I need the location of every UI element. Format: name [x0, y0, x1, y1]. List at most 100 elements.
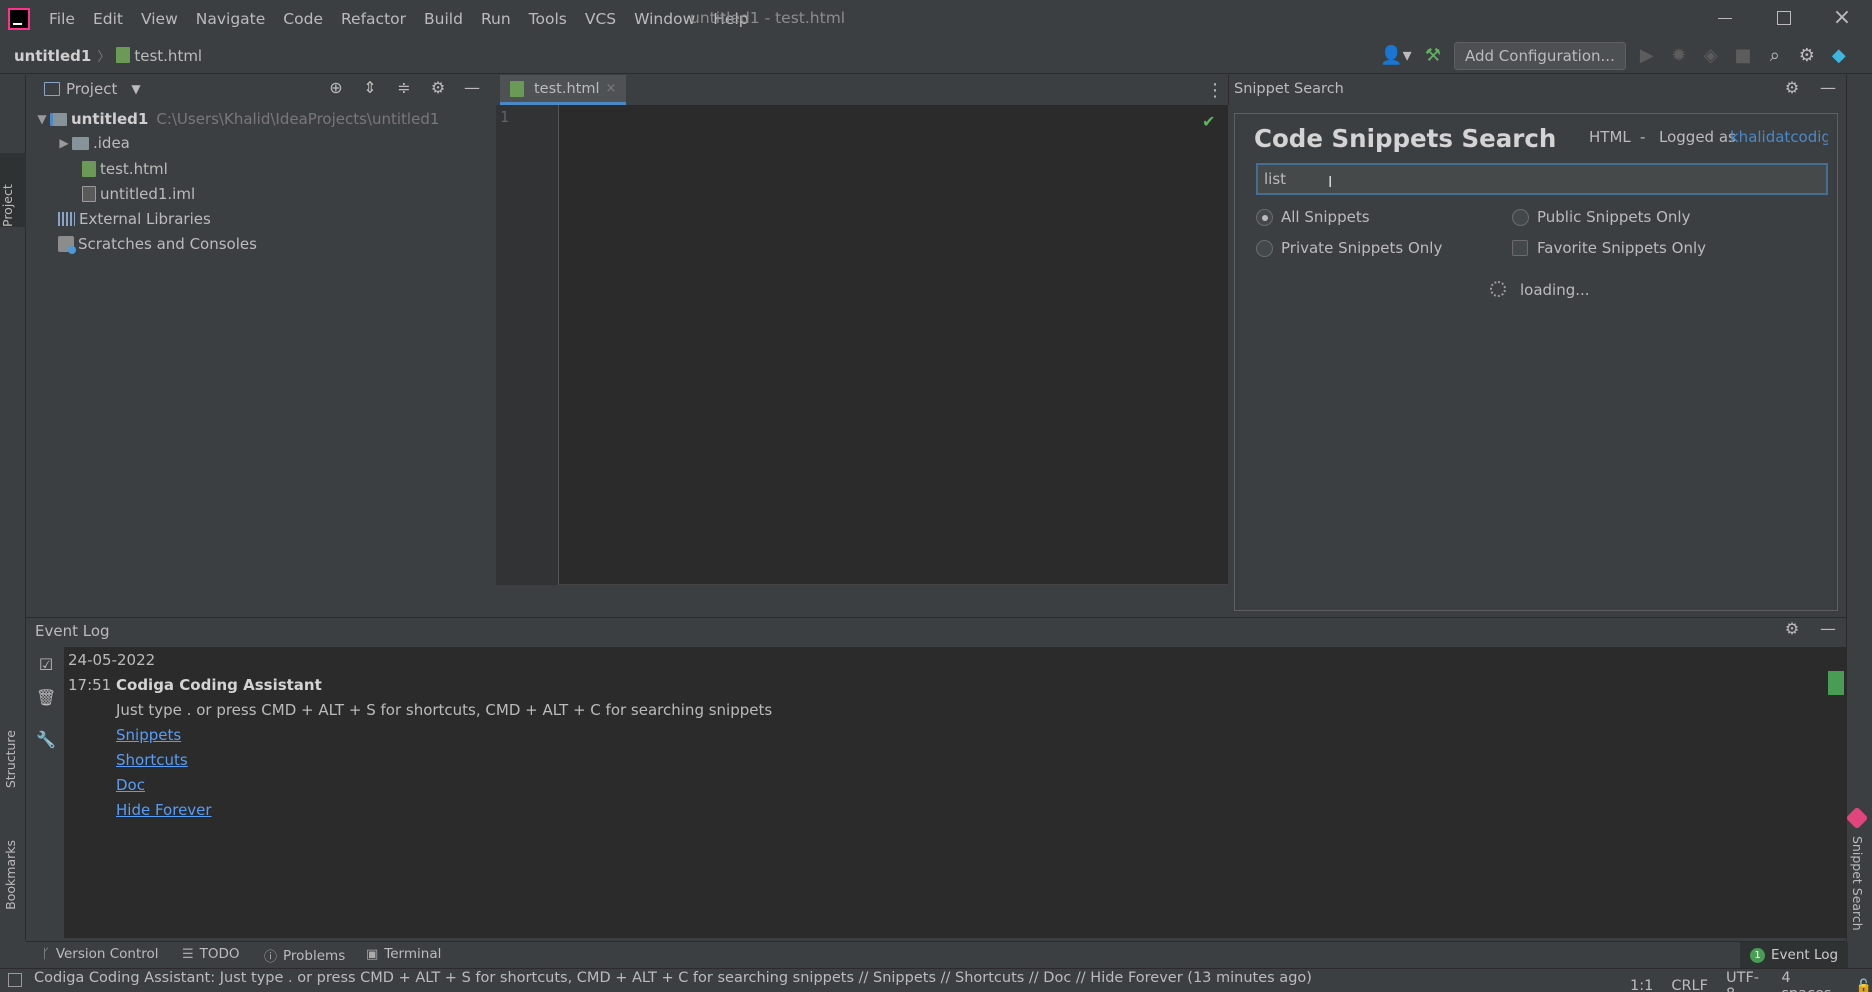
radio-all-snippets[interactable]: All Snippets: [1256, 208, 1370, 226]
snippet-search-heading: Code Snippets Search: [1254, 124, 1557, 153]
settings-gear-icon[interactable]: ⚙: [1782, 619, 1802, 639]
checkbox-favorite-snippets[interactable]: Favorite Snippets Only: [1512, 239, 1706, 257]
radio-icon: [1256, 239, 1273, 257]
log-link-snippets[interactable]: Snippets: [116, 726, 181, 744]
settings-gear-icon[interactable]: ⚙: [1782, 78, 1802, 98]
tab-label: Terminal: [384, 946, 442, 962]
debug-icon[interactable]: ✹: [1668, 45, 1690, 67]
menu-file[interactable]: File: [40, 9, 84, 29]
lock-icon[interactable]: 🔓: [1856, 979, 1872, 992]
user-icon[interactable]: 👤▾: [1380, 45, 1412, 67]
project-toolbar: ⊕ ⇕ ≑ ⚙ —: [326, 78, 482, 98]
tab-bookmarks-label: Bookmarks: [3, 840, 18, 910]
log-time: 17:51: [68, 676, 112, 694]
menu-build[interactable]: Build: [415, 9, 472, 29]
more-options-icon[interactable]: ⋮: [1206, 80, 1224, 101]
tab-version-control[interactable]: ᚴ Version Control: [42, 946, 159, 962]
tree-item-scratches[interactable]: Scratches and Consoles: [58, 232, 257, 256]
settings-gear-icon[interactable]: ⚙: [428, 78, 448, 98]
event-count-badge: 1: [1750, 947, 1765, 963]
tab-snippet-search[interactable]: Snippet Search: [1850, 836, 1865, 931]
no-problems-check-icon[interactable]: ✔: [1202, 112, 1215, 131]
close-window-button[interactable]: ×: [1832, 7, 1852, 29]
collapse-all-icon[interactable]: ≑: [394, 78, 414, 98]
menu-refactor[interactable]: Refactor: [332, 9, 415, 29]
status-message[interactable]: Codiga Coding Assistant: Just type . or …: [34, 970, 1312, 986]
log-scroll-marker: [1828, 671, 1844, 695]
tab-event-log[interactable]: 1 Event Log: [1740, 942, 1849, 968]
tree-item-idea[interactable]: ▶ .idea: [56, 131, 130, 155]
coverage-icon[interactable]: ◈: [1700, 45, 1722, 67]
mark-all-read-icon[interactable]: ☑: [36, 655, 56, 675]
close-tab-icon[interactable]: ×: [605, 81, 616, 96]
minimize-window-button[interactable]: [1715, 8, 1735, 28]
project-path: C:\Users\Khalid\IdeaProjects\untitled1: [156, 110, 440, 128]
run-icon[interactable]: ▶: [1636, 45, 1658, 67]
tree-item-label: Scratches and Consoles: [78, 235, 257, 253]
tab-todo[interactable]: ☰ TODO: [182, 946, 240, 962]
tab-terminal[interactable]: ▣ Terminal: [366, 946, 441, 962]
hide-panel-icon[interactable]: —: [462, 78, 482, 98]
hide-panel-icon[interactable]: —: [1818, 78, 1838, 98]
build-hammer-icon[interactable]: ⚒: [1422, 45, 1444, 67]
menu-edit[interactable]: Edit: [84, 9, 132, 29]
tree-item-test-html[interactable]: test.html: [82, 157, 168, 181]
tab-project[interactable]: Project: [0, 153, 26, 227]
list-icon: ☰: [182, 946, 194, 962]
log-date: 24-05-2022: [68, 651, 156, 669]
main-menu: File Edit View Navigate Code Refactor Bu…: [40, 9, 758, 29]
breadcrumb-project[interactable]: untitled1: [14, 47, 91, 65]
libraries-icon: [58, 212, 75, 226]
indent-setting[interactable]: 4 spaces: [1781, 970, 1837, 992]
tree-item-external-libraries[interactable]: External Libraries: [58, 207, 211, 231]
info-icon: ⓘ: [264, 950, 278, 965]
caret-position[interactable]: 1:1: [1630, 978, 1653, 992]
intellij-logo-icon: [8, 8, 30, 30]
locate-file-icon[interactable]: ⊕: [326, 78, 346, 98]
editor-tab-test-html[interactable]: test.html ×: [500, 75, 627, 105]
snippet-search-input[interactable]: [1256, 163, 1828, 195]
breadcrumb-file-item[interactable]: test.html: [116, 46, 202, 65]
code-editor[interactable]: [558, 105, 1228, 585]
tab-structure-label: Structure: [3, 730, 18, 789]
tab-problems[interactable]: ⓘ Problems: [264, 946, 345, 966]
wrench-icon[interactable]: 🔧: [36, 730, 56, 750]
line-separator[interactable]: CRLF: [1671, 978, 1708, 992]
settings-gear-icon[interactable]: ⚙: [1796, 45, 1818, 67]
project-panel-title[interactable]: Project ▼: [44, 80, 141, 98]
add-configuration-button[interactable]: Add Configuration...: [1454, 42, 1626, 70]
tree-item-iml[interactable]: untitled1.iml: [82, 182, 195, 206]
radio-public-snippets[interactable]: Public Snippets Only: [1512, 208, 1690, 226]
tab-bookmarks[interactable]: Bookmarks: [3, 840, 18, 910]
maximize-window-button[interactable]: [1774, 8, 1794, 28]
stop-icon[interactable]: ■: [1732, 45, 1754, 67]
tab-label: Version Control: [55, 946, 159, 962]
log-link-shortcuts[interactable]: Shortcuts: [116, 751, 188, 769]
trash-icon[interactable]: 🗑: [36, 688, 56, 708]
radio-private-snippets[interactable]: Private Snippets Only: [1256, 239, 1442, 257]
chevron-down-icon[interactable]: ▼: [34, 107, 50, 131]
expand-all-icon[interactable]: ⇕: [360, 78, 380, 98]
menu-tools[interactable]: Tools: [520, 9, 576, 29]
menu-navigate[interactable]: Navigate: [187, 9, 275, 29]
logged-as-label: Logged as: [1659, 128, 1736, 146]
file-encoding[interactable]: UTF-8: [1726, 970, 1763, 992]
menu-vcs[interactable]: VCS: [576, 9, 625, 29]
code-with-me-icon[interactable]: ◆: [1828, 45, 1850, 67]
hide-panel-icon[interactable]: —: [1818, 619, 1838, 639]
tab-project-label: Project: [0, 184, 15, 227]
toggle-tool-windows-icon[interactable]: [8, 973, 22, 987]
log-link-doc[interactable]: Doc: [116, 776, 145, 794]
html-file-icon: [510, 80, 524, 97]
chevron-right-icon[interactable]: ▶: [56, 131, 72, 155]
iml-file-icon: [82, 186, 96, 202]
username-link[interactable]: khalidatcodiga: [1730, 128, 1828, 146]
search-icon[interactable]: ⌕: [1764, 45, 1786, 67]
log-link-hide-forever[interactable]: Hide Forever: [116, 801, 212, 819]
tree-item-untitled1[interactable]: ▼ untitled1 C:\Users\Khalid\IdeaProjects…: [34, 107, 439, 131]
menu-run[interactable]: Run: [472, 9, 520, 29]
menu-code[interactable]: Code: [274, 9, 332, 29]
tab-structure[interactable]: Structure: [3, 730, 18, 788]
navbar-toolbar: 👤▾ ⚒ Add Configuration... ▶ ✹ ◈ ■ ⌕ ⚙ ◆: [1380, 40, 1850, 72]
menu-view[interactable]: View: [132, 9, 187, 29]
